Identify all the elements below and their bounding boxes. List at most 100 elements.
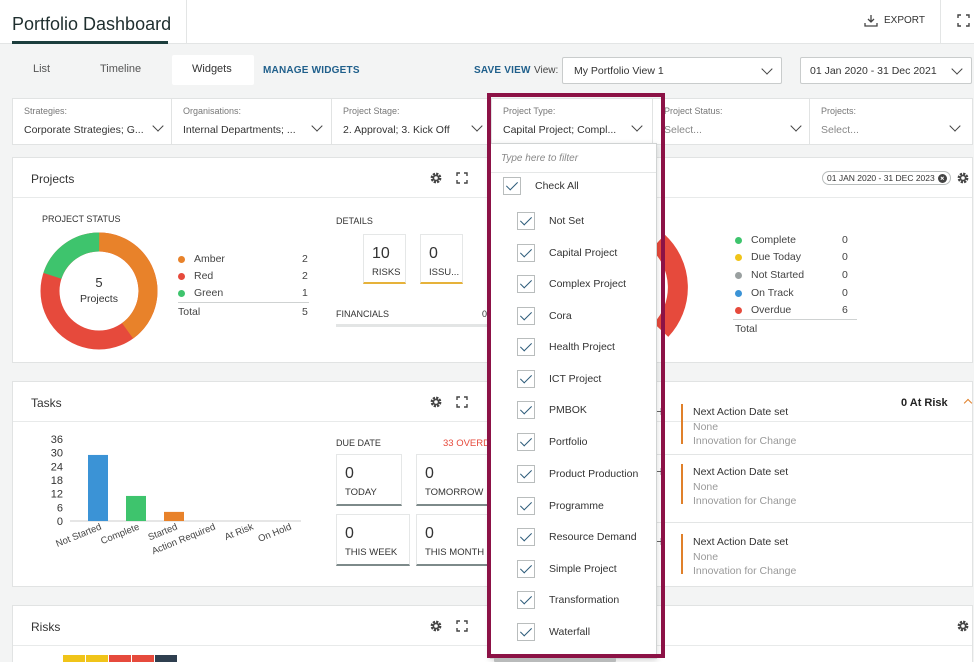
- option-simple-project[interactable]: Simple Project: [517, 560, 617, 578]
- tab-timeline[interactable]: Timeline: [100, 63, 141, 75]
- option-label: Programme: [549, 500, 604, 512]
- issues-card[interactable]: 0 ISSU...: [420, 234, 463, 284]
- gear-icon[interactable]: [429, 395, 443, 409]
- view-select[interactable]: My Portfolio View 1: [562, 57, 782, 84]
- filter-organisations[interactable]: Organisations: Internal Departments; ...: [172, 99, 332, 144]
- legend-green: Green: [178, 287, 223, 299]
- checkbox-checked[interactable]: [517, 465, 535, 483]
- checkbox-checked[interactable]: [517, 275, 535, 293]
- legend-name: Red: [194, 270, 214, 282]
- checkbox-checked[interactable]: [517, 433, 535, 451]
- option-label: Capital Project: [549, 247, 618, 259]
- chevron-down-icon: [631, 120, 643, 132]
- option-health-project[interactable]: Health Project: [517, 338, 615, 356]
- save-view-link[interactable]: SAVE VIEW: [474, 65, 531, 76]
- check-all-option[interactable]: Check All: [503, 177, 579, 195]
- option-resource-demand[interactable]: Resource Demand: [517, 528, 637, 546]
- today-card[interactable]: 0 TODAY: [336, 454, 402, 506]
- action-org: Innovation for Change: [693, 495, 797, 507]
- manage-widgets-link[interactable]: MANAGE WIDGETS: [263, 65, 360, 76]
- option-product-production[interactable]: Product Production: [517, 465, 638, 483]
- project-status-label: PROJECT STATUS: [42, 214, 121, 224]
- risk-cell: [155, 655, 177, 662]
- view-label: View:: [534, 65, 559, 76]
- y-tick-label: 36: [51, 434, 63, 446]
- risks-label: RISKS: [372, 267, 401, 278]
- expand-icon[interactable]: [456, 620, 468, 632]
- filter-value: Select...: [821, 124, 859, 136]
- y-tick-label: 0: [57, 516, 63, 528]
- card-value: 0: [345, 525, 354, 542]
- option-waterfall[interactable]: Waterfall: [517, 623, 590, 641]
- close-icon[interactable]: [937, 173, 947, 183]
- status-dot: [735, 306, 742, 314]
- checkbox-checked[interactable]: [517, 528, 535, 546]
- checkbox-checked[interactable]: [517, 560, 535, 578]
- action-title[interactable]: Next Action Date set: [693, 406, 788, 418]
- option-ict-project[interactable]: ICT Project: [517, 370, 601, 388]
- option-cora[interactable]: Cora: [517, 307, 572, 325]
- gear-icon[interactable]: [956, 619, 970, 633]
- fullscreen-icon[interactable]: [957, 14, 970, 27]
- risks-value: 10: [372, 245, 390, 262]
- filter-bar: Strategies: Corporate Strategies; G... O…: [12, 98, 973, 145]
- this-month-card[interactable]: 0 THIS MONTH: [416, 514, 492, 566]
- option-pmbok[interactable]: PMBOK: [517, 401, 587, 419]
- filter-project-stage[interactable]: Project Stage: 2. Approval; 3. Kick Off: [332, 99, 492, 144]
- x-tick-label: On Hold: [257, 522, 293, 545]
- status-dot: [735, 236, 742, 244]
- option-label: Not Set: [549, 215, 585, 227]
- option-portfolio[interactable]: Portfolio: [517, 433, 588, 451]
- action-value: None: [693, 421, 719, 433]
- tomorrow-card[interactable]: 0 TOMORROW: [416, 454, 492, 506]
- tab-widgets[interactable]: Widgets: [172, 55, 254, 85]
- filter-project-status[interactable]: Project Status: Select...: [653, 99, 810, 144]
- option-complex-project[interactable]: Complex Project: [517, 275, 626, 293]
- gear-icon[interactable]: [956, 171, 970, 185]
- dropdown-scrollbar[interactable]: [494, 656, 616, 662]
- gear-icon[interactable]: [429, 619, 443, 633]
- option-transformation[interactable]: Transformation: [517, 591, 619, 609]
- tab-list[interactable]: List: [33, 63, 50, 75]
- option-not-set[interactable]: Not Set: [517, 212, 584, 230]
- legend-name: Due Today: [751, 251, 802, 263]
- checkbox-checked[interactable]: [517, 401, 535, 419]
- chevron-down-icon: [949, 120, 961, 132]
- option-programme[interactable]: Programme: [517, 497, 604, 515]
- checkbox-checked[interactable]: [517, 338, 535, 356]
- date-range-chip[interactable]: 01 JAN 2020 - 31 DEC 2023: [822, 171, 951, 185]
- export-label: EXPORT: [884, 15, 925, 26]
- date-range-select[interactable]: 01 Jan 2020 - 31 Dec 2021: [800, 57, 972, 84]
- checkbox-checked[interactable]: [517, 623, 535, 641]
- status-dot: [735, 289, 742, 297]
- legend-name: Complete: [751, 234, 796, 246]
- card-label: TOMORROW: [425, 487, 484, 498]
- checkbox-checked[interactable]: [517, 244, 535, 262]
- gear-icon[interactable]: [429, 171, 443, 185]
- chevron-down-icon: [951, 63, 963, 75]
- expand-icon[interactable]: [456, 396, 468, 408]
- expand-icon[interactable]: [456, 172, 468, 184]
- dropdown-filter-input[interactable]: Type here to filter: [501, 153, 578, 164]
- y-tick-label: 6: [57, 502, 63, 514]
- checkbox-checked[interactable]: [517, 370, 535, 388]
- donut-unit: Projects: [80, 293, 118, 305]
- option-label: Health Project: [549, 341, 615, 353]
- filter-project-type[interactable]: Project Type: Capital Project; Compl...: [492, 99, 653, 144]
- date-chip-label: 01 JAN 2020 - 31 DEC 2023: [827, 173, 935, 183]
- financials-label: FINANCIALS: [336, 309, 390, 319]
- checkbox-checked[interactable]: [517, 307, 535, 325]
- risk-cell: [86, 655, 108, 662]
- filter-projects[interactable]: Projects: Select...: [810, 99, 973, 144]
- checkbox-checked[interactable]: [517, 591, 535, 609]
- option-capital-project[interactable]: Capital Project: [517, 244, 617, 262]
- filter-strategies[interactable]: Strategies: Corporate Strategies; G...: [13, 99, 172, 144]
- action-title[interactable]: Next Action Date set: [693, 536, 788, 548]
- this-week-card[interactable]: 0 THIS WEEK: [336, 514, 410, 566]
- checkbox-checked[interactable]: [517, 497, 535, 515]
- export-button[interactable]: EXPORT: [864, 14, 925, 27]
- risks-card[interactable]: 10 RISKS: [363, 234, 406, 284]
- checkbox-checked[interactable]: [503, 177, 521, 195]
- action-title[interactable]: Next Action Date set: [693, 466, 788, 478]
- checkbox-checked[interactable]: [517, 212, 535, 230]
